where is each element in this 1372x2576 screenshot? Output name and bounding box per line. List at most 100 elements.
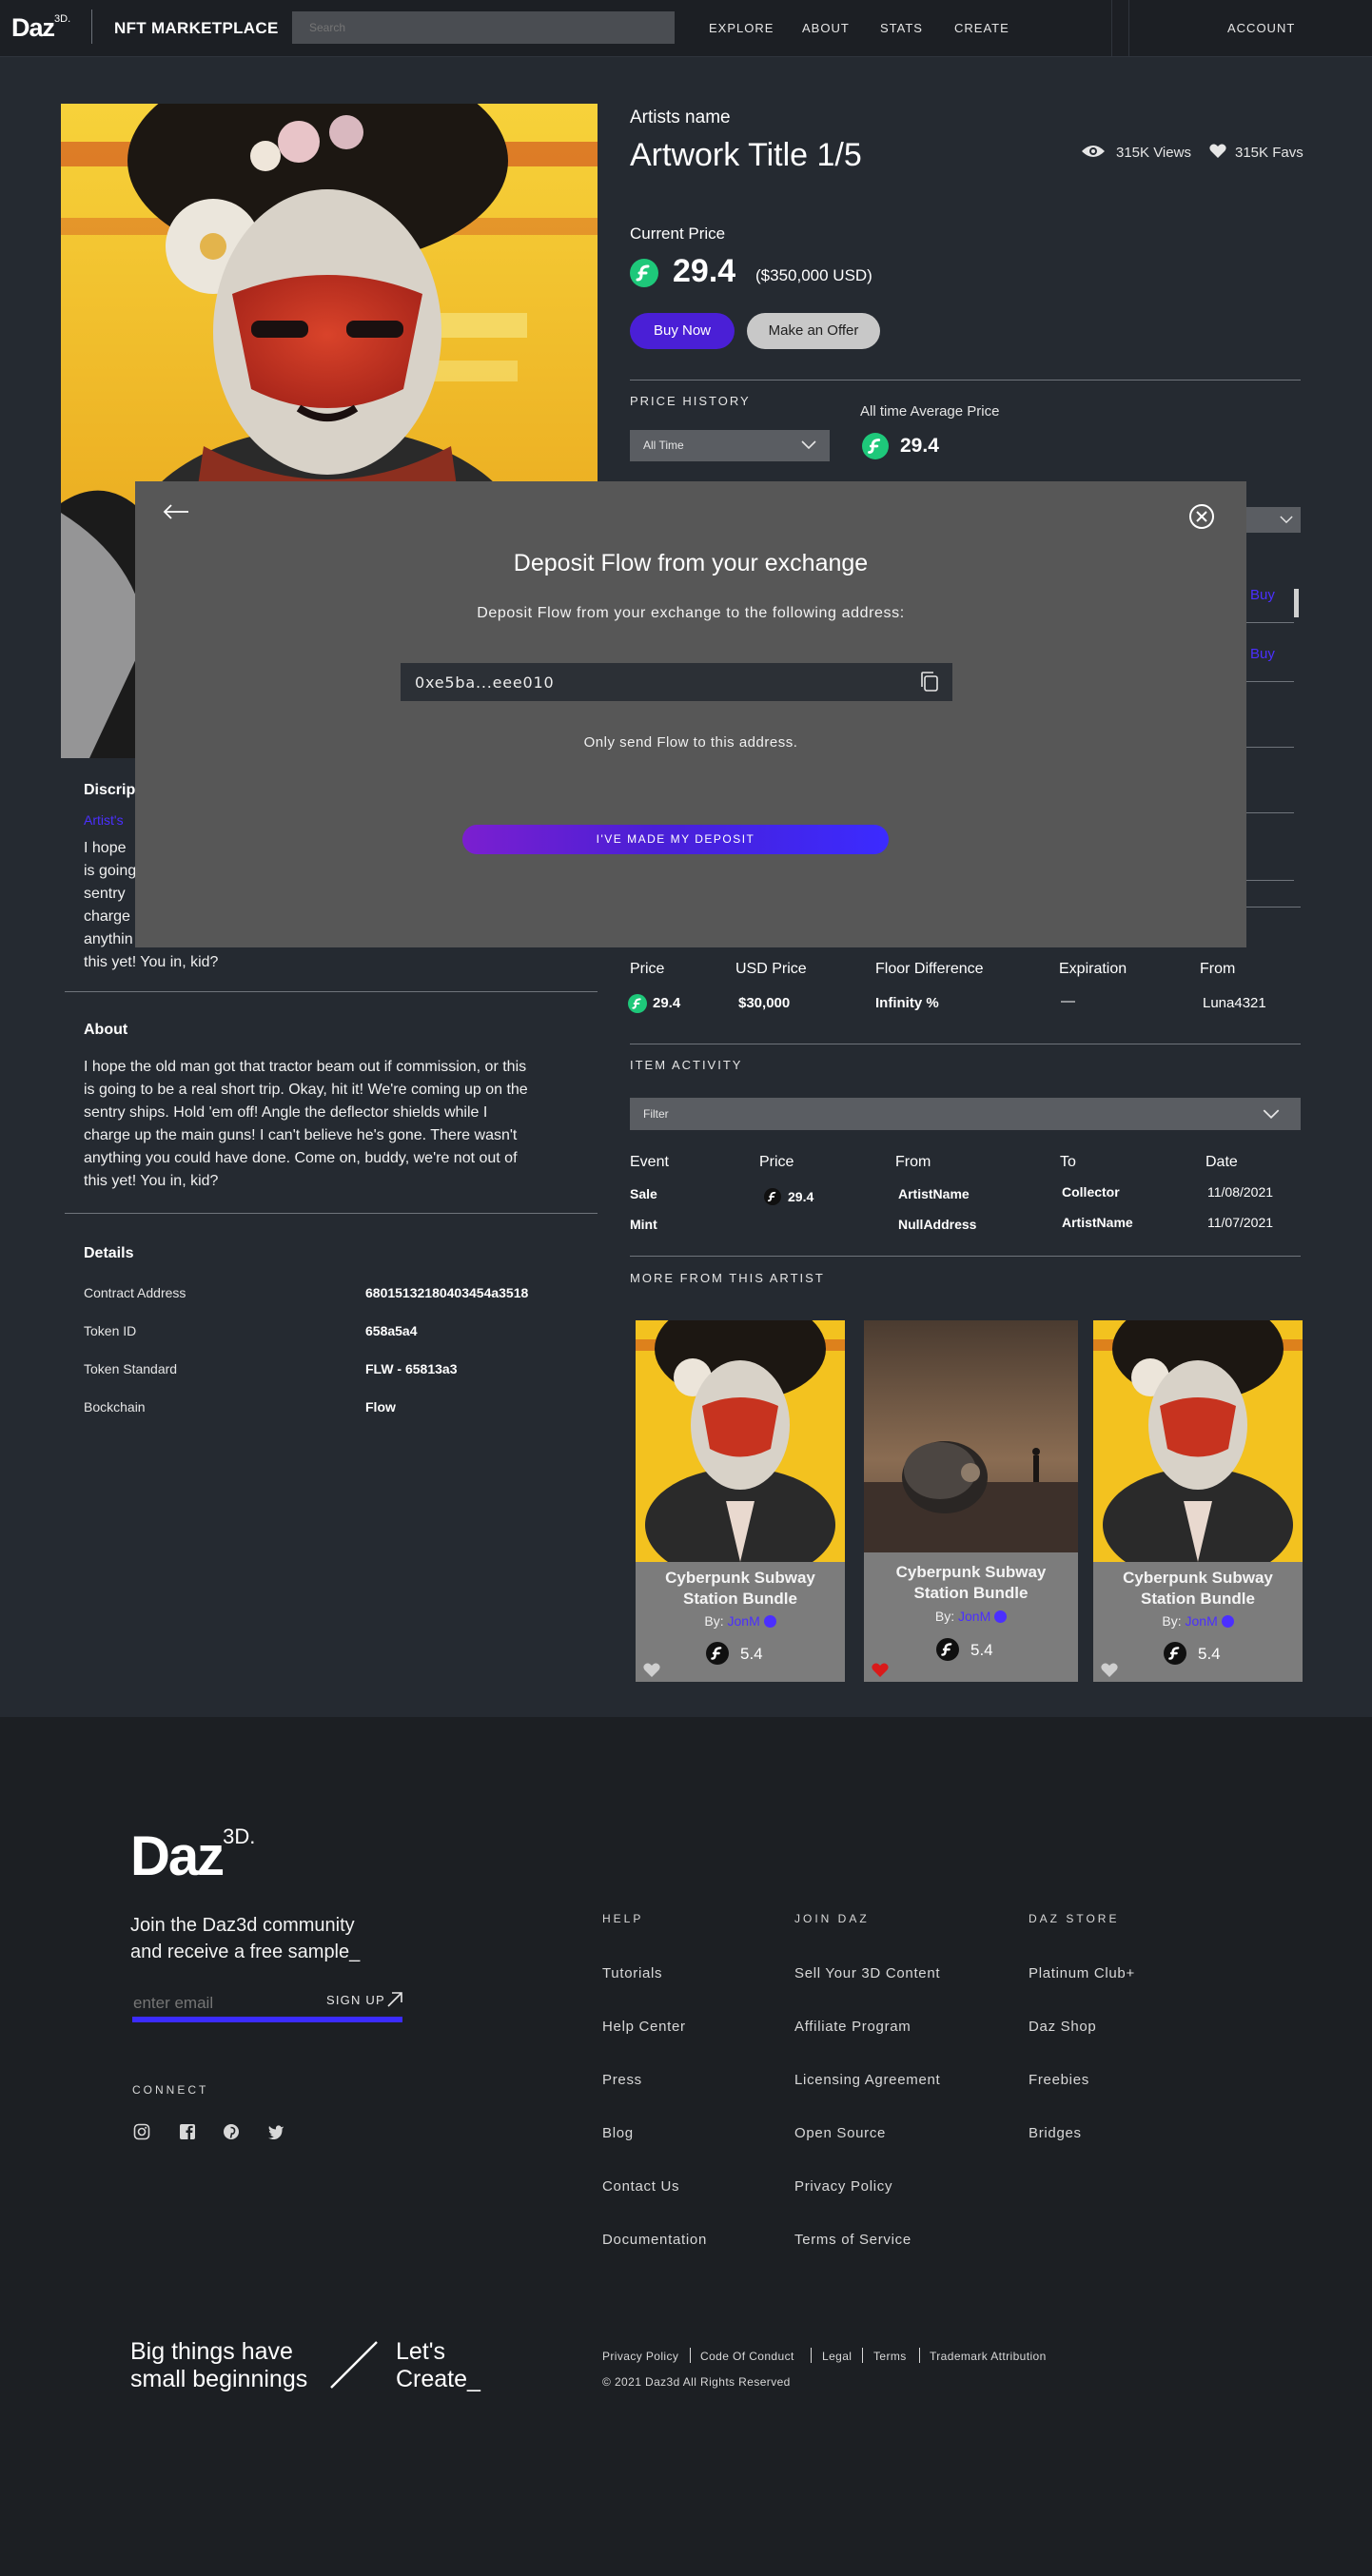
card-author-link[interactable]: JonM bbox=[1186, 1613, 1218, 1629]
heart-icon[interactable] bbox=[643, 1663, 660, 1682]
nav-account[interactable]: ACCOUNT bbox=[1227, 21, 1295, 35]
footer-email-input[interactable] bbox=[133, 1992, 314, 2015]
flow-coin-icon bbox=[628, 994, 647, 1013]
footer-link[interactable]: Licensing Agreement bbox=[794, 2072, 940, 2088]
footer-link[interactable]: Documentation bbox=[602, 2232, 707, 2248]
offer-from[interactable]: Luna4321 bbox=[1203, 995, 1266, 1011]
detail-value: Flow bbox=[365, 1399, 396, 1415]
offers-header-price: Price bbox=[630, 961, 665, 977]
artist-card[interactable]: Cyberpunk Subway Station Bundle By: JonM… bbox=[636, 1320, 845, 1682]
back-arrow-icon[interactable] bbox=[162, 502, 190, 526]
activity-header-price: Price bbox=[759, 1154, 794, 1170]
twitter-icon[interactable] bbox=[267, 2124, 284, 2144]
search-input[interactable] bbox=[292, 11, 675, 44]
arrow-up-right-icon[interactable] bbox=[386, 1991, 403, 2013]
nav-stats[interactable]: STATS bbox=[880, 21, 923, 35]
divider bbox=[1246, 812, 1294, 813]
activity-header-to: To bbox=[1060, 1154, 1076, 1170]
listing-buy-link[interactable]: Buy bbox=[1250, 646, 1275, 662]
card-title[interactable]: Cyberpunk Subway Station Bundle bbox=[645, 1568, 835, 1610]
detail-value[interactable]: 68015132180403454a3518 bbox=[365, 1285, 528, 1300]
footer-link[interactable]: Press bbox=[602, 2072, 642, 2088]
artwork-title: Artwork Title 1/5 bbox=[630, 137, 862, 173]
chevron-down-icon bbox=[1263, 1109, 1280, 1120]
signup-button[interactable]: SIGN UP bbox=[326, 1993, 385, 2007]
deposit-modal: Deposit Flow from your exchange Deposit … bbox=[135, 481, 1246, 947]
artist-card[interactable]: Cyberpunk Subway Station Bundle By: JonM… bbox=[864, 1320, 1078, 1682]
nav-create[interactable]: CREATE bbox=[954, 21, 1009, 35]
legal-link[interactable]: Terms bbox=[873, 2350, 907, 2363]
deposit-address[interactable]: 0xe5ba...eee010 bbox=[415, 673, 554, 692]
brand-title[interactable]: NFT MARKETPLACE bbox=[114, 19, 279, 38]
card-thumbnail bbox=[864, 1320, 1078, 1552]
artist-card[interactable]: Cyberpunk Subway Station Bundle By: JonM… bbox=[1093, 1320, 1303, 1682]
footer-link[interactable]: Affiliate Program bbox=[794, 2019, 911, 2035]
flow-coin-icon bbox=[862, 433, 889, 459]
legal-link[interactable]: Code Of Conduct bbox=[700, 2350, 794, 2363]
footer-link[interactable]: Platinum Club+ bbox=[1029, 1965, 1135, 1981]
card-title[interactable]: Cyberpunk Subway Station Bundle bbox=[873, 1562, 1068, 1604]
chevron-down-icon bbox=[1280, 516, 1293, 524]
footer-link[interactable]: Contact Us bbox=[602, 2178, 679, 2195]
views-count: 315K Views bbox=[1116, 145, 1191, 161]
activity-from[interactable]: NullAddress bbox=[898, 1217, 976, 1232]
activity-filter-select[interactable]: Filter bbox=[630, 1098, 1301, 1130]
price-history-select[interactable]: All Time bbox=[630, 430, 830, 461]
activity-to[interactable]: ArtistName bbox=[1062, 1215, 1133, 1230]
copy-icon[interactable] bbox=[919, 671, 940, 698]
card-title[interactable]: Cyberpunk Subway Station Bundle bbox=[1103, 1568, 1293, 1610]
listing-buy-link[interactable]: Buy bbox=[1250, 587, 1275, 603]
heart-filled-icon[interactable] bbox=[872, 1663, 889, 1682]
footer-link[interactable]: Daz Shop bbox=[1029, 2019, 1096, 2035]
activity-from[interactable]: ArtistName bbox=[898, 1186, 970, 1201]
artist-name[interactable]: Artists name bbox=[630, 107, 731, 128]
heart-icon[interactable] bbox=[1209, 144, 1226, 164]
daz-logo[interactable]: Daz3D. bbox=[11, 13, 70, 43]
divider bbox=[630, 380, 1301, 381]
footer-link[interactable]: Blog bbox=[602, 2125, 634, 2141]
footer-link[interactable]: Sell Your 3D Content bbox=[794, 1965, 940, 1981]
card-thumbnail bbox=[1093, 1320, 1303, 1582]
footer-link[interactable]: Freebies bbox=[1029, 2072, 1089, 2088]
offer-floor-diff: Infinity % bbox=[875, 995, 939, 1011]
card-byline: By: JonM bbox=[636, 1613, 845, 1629]
footer-link[interactable]: Help Center bbox=[602, 2019, 686, 2035]
footer-link[interactable]: Terms of Service bbox=[794, 2232, 911, 2248]
scrollbar-thumb[interactable] bbox=[1294, 589, 1299, 617]
facebook-icon[interactable] bbox=[179, 2123, 196, 2145]
footer-link[interactable]: Open Source bbox=[794, 2125, 886, 2141]
footer-link[interactable]: Tutorials bbox=[602, 1965, 662, 1981]
legal-link[interactable]: Privacy Policy bbox=[602, 2350, 678, 2363]
footer-logo[interactable]: Daz3D. bbox=[130, 1825, 255, 1888]
about-title: About bbox=[84, 1022, 128, 1038]
description-artist-link[interactable]: Artist's bbox=[84, 812, 124, 828]
nav-divider bbox=[91, 10, 92, 44]
close-icon[interactable] bbox=[1188, 503, 1215, 535]
footer-link[interactable]: Privacy Policy bbox=[794, 2178, 892, 2195]
card-author-link[interactable]: JonM bbox=[728, 1613, 760, 1629]
card-author-link[interactable]: JonM bbox=[958, 1609, 990, 1624]
price-history-label: PRICE HISTORY bbox=[630, 394, 751, 408]
legal-link[interactable]: Trademark Attribution bbox=[930, 2350, 1047, 2363]
current-price: 29.4 bbox=[673, 253, 736, 289]
legal-link[interactable]: Legal bbox=[822, 2350, 852, 2363]
flow-coin-icon bbox=[936, 1638, 959, 1661]
divider bbox=[630, 1256, 1301, 1257]
legal-separator bbox=[862, 2348, 863, 2363]
offer-usd: $30,000 bbox=[738, 995, 791, 1011]
tagline-slash bbox=[329, 2340, 379, 2394]
buy-now-button[interactable]: Buy Now bbox=[630, 313, 735, 349]
activity-to[interactable]: Collector bbox=[1062, 1184, 1120, 1200]
listing-select-partial[interactable] bbox=[1246, 507, 1301, 533]
deposit-address-field[interactable]: 0xe5ba...eee010 bbox=[401, 663, 952, 701]
pinterest-icon[interactable] bbox=[223, 2123, 240, 2145]
nav-about[interactable]: ABOUT bbox=[802, 21, 850, 35]
byline-prefix: By: bbox=[934, 1609, 955, 1624]
nav-explore[interactable]: EXPLORE bbox=[709, 21, 774, 35]
footer-link[interactable]: Bridges bbox=[1029, 2125, 1082, 2141]
heart-icon[interactable] bbox=[1101, 1663, 1118, 1682]
instagram-icon[interactable] bbox=[133, 2123, 150, 2145]
deposit-confirm-button[interactable]: I'VE MADE MY DEPOSIT bbox=[462, 825, 889, 854]
make-offer-button[interactable]: Make an Offer bbox=[747, 313, 880, 349]
email-underline bbox=[132, 2017, 402, 2022]
